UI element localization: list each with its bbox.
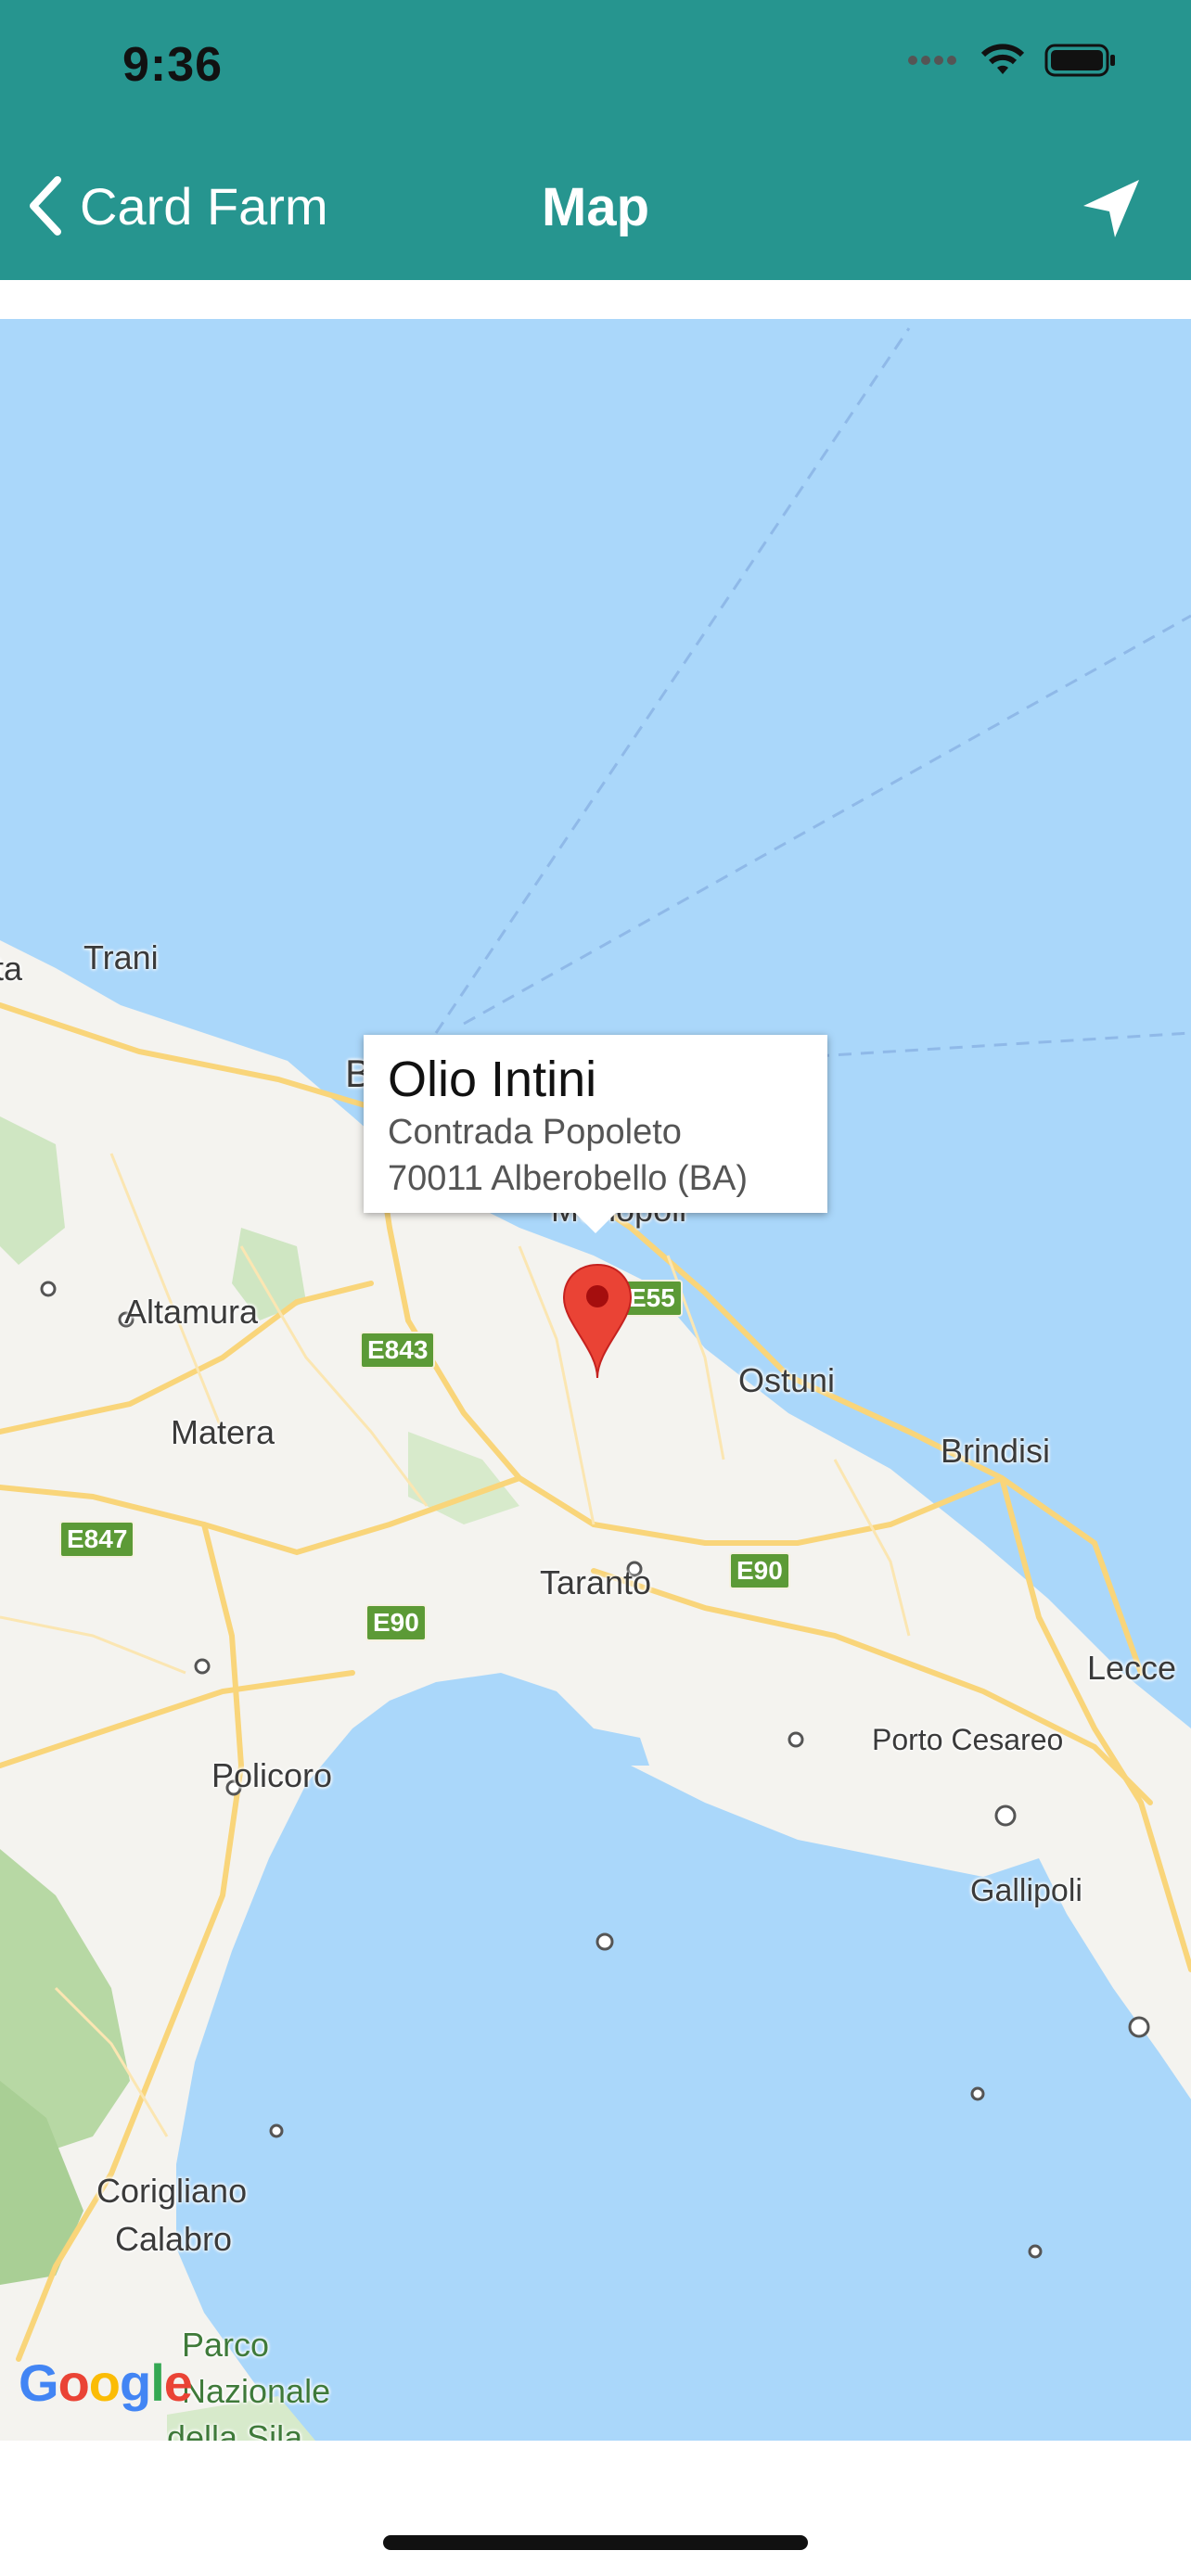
place-label: Trani: [83, 938, 159, 976]
city-dot: [40, 1281, 57, 1297]
road-shield: E90: [365, 1604, 427, 1641]
road-shield: E847: [59, 1521, 135, 1558]
place-label: Calabro: [115, 2220, 233, 2258]
place-label: ta: [0, 950, 23, 988]
info-window-address-line: Contrada Popoleto: [388, 1113, 682, 1152]
place-label: Lecce: [1087, 1649, 1177, 1687]
bottom-safe-area: [0, 2441, 1191, 2576]
map-pin-icon[interactable]: [560, 1261, 634, 1382]
place-label: della Sila: [167, 2418, 303, 2441]
place-label: Altamura: [124, 1293, 259, 1331]
status-bar: 9:36: [0, 0, 1191, 130]
wifi-icon: [980, 44, 1025, 74]
battery-icon: [1044, 44, 1115, 77]
info-window-title: Olio Intini: [388, 1052, 597, 1107]
status-icons: [907, 43, 1117, 78]
road-shield: E90: [729, 1552, 790, 1589]
location-arrow-icon[interactable]: [1078, 176, 1145, 243]
place-label: Gallipoli: [970, 1873, 1082, 1908]
road-shield: E843: [360, 1332, 436, 1369]
place-label: Parco: [182, 2326, 270, 2364]
chevron-left-icon: [30, 176, 61, 236]
back-button[interactable]: Card Farm: [26, 171, 328, 241]
status-time: 9:36: [122, 38, 224, 92]
map-top-margin: [0, 280, 1191, 319]
place-label: Ostuni: [738, 1361, 836, 1399]
map-view[interactable]: ta Trani B Monopoli Altamura Matera Ostu…: [0, 319, 1191, 2441]
place-label: Policoro: [211, 1756, 333, 1794]
place-label: Taranto: [540, 1563, 652, 1601]
place-label: Porto Cesareo: [872, 1723, 1064, 1756]
back-button-label: Card Farm: [80, 176, 328, 236]
marker-info-window[interactable]: Olio Intini Contrada Popoleto 70011 Albe…: [364, 1035, 827, 1233]
place-label: Matera: [171, 1413, 275, 1451]
home-indicator[interactable]: [383, 2535, 808, 2550]
navigation-bar: Card Farm Map: [0, 130, 1191, 280]
signal-icon: [908, 56, 956, 65]
place-label: Corigliano: [96, 2172, 248, 2210]
place-label: Brindisi: [941, 1432, 1051, 1470]
info-window-address-line: 70011 Alberobello (BA): [388, 1159, 748, 1198]
google-logo: Google: [19, 2353, 193, 2412]
place-label: Nazionale: [182, 2372, 331, 2410]
